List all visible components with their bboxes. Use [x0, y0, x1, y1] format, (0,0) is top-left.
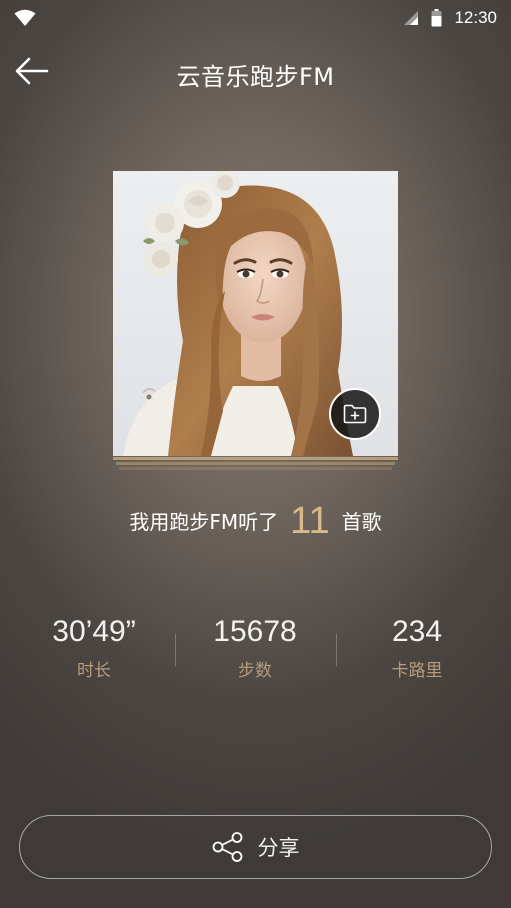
album-cover-stack — [113, 171, 398, 470]
stat-duration-value: 30’49” — [52, 615, 136, 648]
folder-add-icon — [343, 404, 367, 424]
signal-icon — [403, 10, 419, 26]
status-bar: 12:30 — [0, 0, 511, 36]
stat-steps-value: 15678 — [213, 615, 297, 648]
summary-prefix: 我用跑步FM听了 — [129, 510, 279, 534]
stat-calories-value: 234 — [391, 615, 443, 648]
stat-steps: 15678 步数 — [170, 612, 340, 681]
stat-duration-label: 时长 — [77, 661, 111, 681]
wifi-icon — [14, 9, 36, 27]
song-count-summary: 我用跑步FM听了 11 首歌 — [0, 500, 511, 543]
stat-calories: 234 卡路里 — [332, 612, 502, 681]
run-stats: 30’49” 时长 15678 步数 234 卡路里 — [0, 612, 511, 692]
album-stack-line — [119, 467, 392, 470]
album-stack-line — [116, 462, 395, 465]
header: 云音乐跑步FM — [0, 40, 511, 104]
page-title: 云音乐跑步FM — [176, 63, 335, 91]
status-right-group: 12:30 — [403, 8, 497, 28]
album-stack-line — [113, 457, 398, 460]
share-icon — [212, 832, 242, 862]
status-time: 12:30 — [454, 8, 497, 27]
stat-calories-label: 卡路里 — [391, 661, 443, 681]
stat-steps-label: 步数 — [238, 661, 272, 681]
summary-suffix: 首歌 — [341, 510, 382, 534]
share-button[interactable]: 分享 — [19, 815, 492, 879]
stat-duration: 30’49” 时长 — [9, 612, 179, 681]
album-cover-image — [113, 171, 398, 456]
song-count-value: 11 — [290, 500, 330, 542]
add-to-folder-button[interactable] — [329, 388, 381, 440]
battery-icon — [431, 9, 442, 27]
share-label: 分享 — [257, 836, 300, 860]
